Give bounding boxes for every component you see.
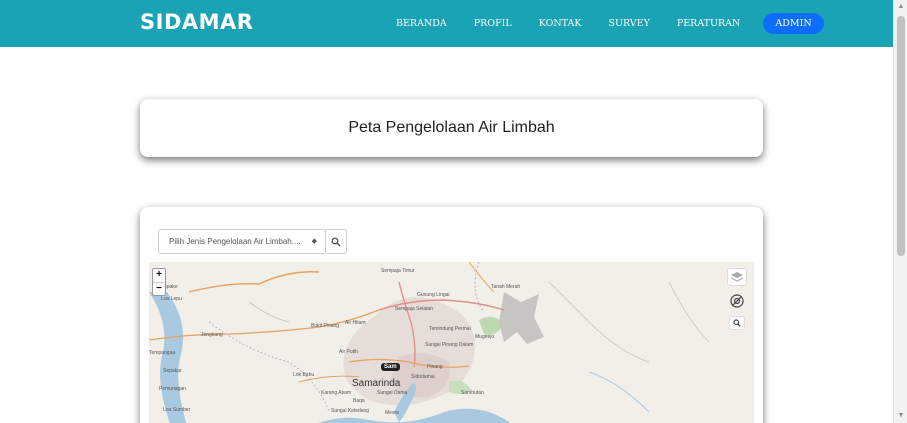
map-city-label: Samarinda (352, 378, 401, 389)
search-button[interactable] (325, 229, 347, 254)
map-label: Loa Sumber (163, 407, 191, 413)
map-label: Mesra (385, 410, 399, 416)
search-icon (331, 237, 341, 246)
page-scrollbar[interactable]: ▲ ▼ (893, 0, 907, 423)
measure-button[interactable] (727, 292, 747, 310)
page-title: Peta Pengelolaan Air Limbah (348, 119, 555, 136)
map-marker-label[interactable]: Sam (381, 363, 400, 371)
map-label: Jongkang (201, 332, 223, 338)
map-label: Sungai Pinang Dalam (425, 342, 474, 348)
map-label: Air Hitam (345, 320, 366, 326)
map-label: Sepakar (163, 368, 182, 374)
map-label: Loa Lepu (161, 296, 182, 302)
map-card: Pilih Jenis Pengelolaan Air Limbah.... ◆ (140, 207, 763, 423)
map-label: Sidodamai (411, 374, 435, 380)
map-label: Sambutan (461, 390, 484, 396)
brand-logo[interactable]: SIDAMAR (140, 10, 253, 34)
title-card: Peta Pengelolaan Air Limbah (140, 99, 763, 157)
map-label: Sempaja Timur (381, 268, 415, 274)
map-label: Temindung Permai (429, 326, 471, 332)
nav-peraturan[interactable]: PERATURAN (677, 18, 741, 29)
map-label: Tempangaa (149, 350, 176, 356)
scroll-up-icon[interactable]: ▲ (894, 0, 907, 14)
select-caret-icon: ◆ (311, 238, 317, 245)
waste-type-select[interactable]: Pilih Jenis Pengelolaan Air Limbah.... ◆ (158, 229, 326, 254)
map-label: Mugirejo (475, 334, 495, 340)
nav-survey[interactable]: SURVEY (608, 18, 649, 29)
map-label: Pemunagan (159, 386, 186, 392)
map-label: Bukit Pinang (311, 323, 340, 329)
map-label: Baqa (353, 398, 365, 404)
nav-kontak[interactable]: KONTAK (539, 18, 582, 29)
nav-links: BERANDA PROFIL KONTAK SURVEY PERATURAN A… (396, 0, 824, 47)
scroll-thumb[interactable] (897, 16, 905, 256)
map-label: Air Putih (339, 349, 358, 355)
nav-beranda[interactable]: BERANDA (396, 18, 447, 29)
nav-profil[interactable]: PROFIL (474, 18, 512, 29)
zoom-in-button[interactable]: + (153, 269, 165, 282)
map-label: Sungai Dama (377, 390, 408, 396)
scroll-down-icon[interactable]: ▼ (894, 409, 907, 423)
admin-button[interactable]: ADMIN (763, 13, 824, 34)
select-value: Pilih Jenis Pengelolaan Air Limbah.... (169, 237, 301, 246)
search-icon (733, 319, 741, 327)
map-label: Tanah Merah (491, 284, 521, 290)
zoom-out-button[interactable]: − (153, 282, 165, 295)
map-label: Lok Bahu (293, 372, 315, 378)
navbar: SIDAMAR BERANDA PROFIL KONTAK SURVEY PER… (0, 0, 893, 47)
measure-icon (730, 294, 744, 308)
map-label: Pinang (427, 364, 443, 370)
map-label: Sempaja Selatan (395, 306, 434, 312)
zoom-control: + − (152, 268, 166, 296)
layers-button[interactable] (727, 268, 747, 286)
map-label: Sungai Keledang (331, 408, 370, 414)
map-view[interactable]: Sempaja Timur Tanah Merah Gunung Lingai … (149, 262, 754, 423)
map-label: Karang Asam (321, 390, 352, 396)
map-label: Gunung Lingai (417, 292, 450, 298)
layers-icon (730, 272, 744, 282)
map-search-button[interactable] (729, 316, 745, 330)
